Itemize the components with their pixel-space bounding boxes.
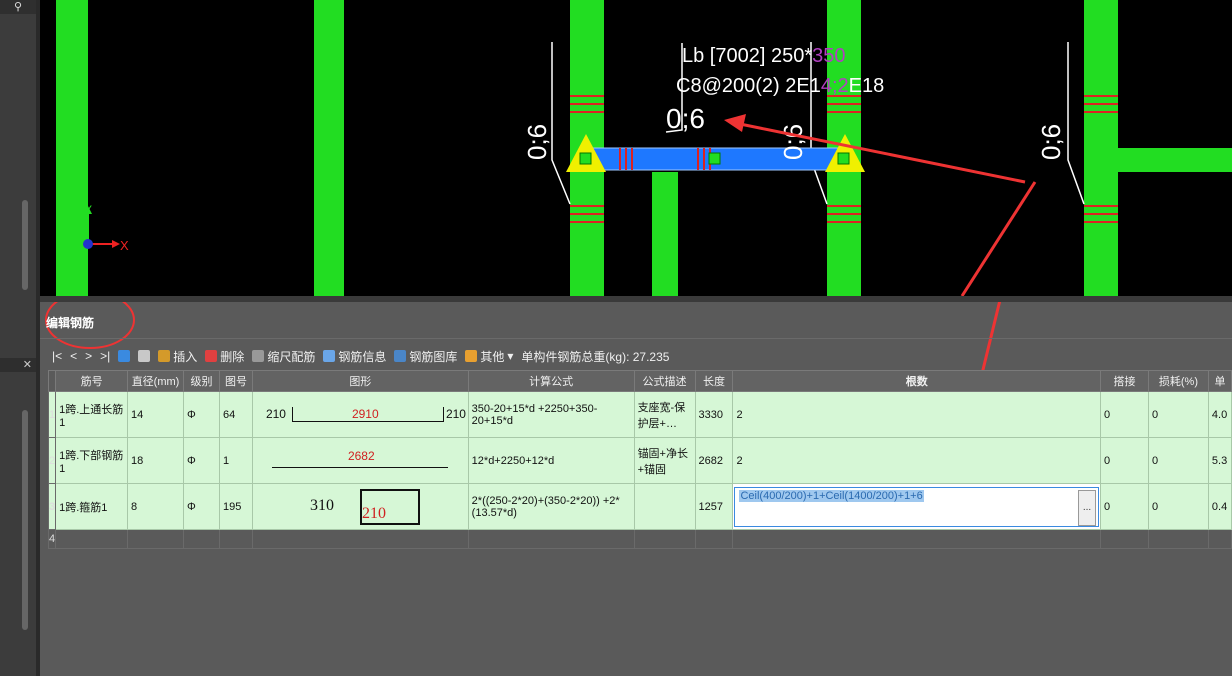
shape-cell[interactable]: 210 2910 210 [251, 391, 469, 438]
col-lap[interactable]: 搭接 [1100, 370, 1149, 392]
dimension-mark-large: 0;6 [666, 103, 705, 134]
count-cell[interactable]: Ceil(400/200)+1+Ceil(1400/200)+1+6 ... [732, 483, 1102, 530]
table-row[interactable]: 4 [47, 529, 1232, 549]
col-formula[interactable]: 计算公式 [467, 370, 635, 392]
library-icon [394, 350, 407, 362]
scale-rebar-button[interactable]: 缩尺配筋 [250, 348, 317, 365]
col-length[interactable]: 长度 [694, 370, 734, 392]
close-icon[interactable]: ✕ [0, 358, 36, 372]
count-input[interactable]: Ceil(400/200)+1+Ceil(1400/200)+1+6 [739, 489, 924, 502]
beam-label: Lb [7002] 250*350 [682, 45, 846, 67]
grip-left[interactable] [579, 152, 592, 165]
col-bar-no[interactable]: 筋号 [55, 370, 129, 392]
column-2 [314, 0, 344, 296]
col-grade[interactable]: 级别 [183, 370, 220, 392]
move-up-button[interactable] [116, 350, 132, 362]
col-count[interactable]: 根数 [732, 370, 1102, 392]
table-row[interactable]: 3 1跨.箍筋1 8 Φ 195 310 210 2*((250-2*20)+(… [47, 483, 1232, 530]
search-icon[interactable]: ⚲ [0, 0, 36, 14]
shape-cell[interactable]: 310 210 [251, 483, 469, 530]
left-scrollbar[interactable] [22, 200, 28, 290]
more-button[interactable]: ... [1078, 489, 1097, 526]
shape-cell[interactable]: 2682 [251, 437, 469, 484]
column-4 [652, 172, 678, 296]
beam-side [1118, 148, 1232, 172]
shape-line [271, 466, 448, 468]
nav-first-button[interactable]: |< [50, 349, 64, 363]
left-scrollbar-lower[interactable] [22, 410, 28, 630]
total-weight-label: 单构件钢筋总重(kg): 27.235 [521, 349, 670, 364]
other-dropdown[interactable]: 其他 ▾ [463, 348, 515, 365]
delete-icon [205, 350, 218, 362]
col-unit[interactable]: 单 [1207, 370, 1232, 392]
dimension-mark-right: 0;6 [1036, 124, 1066, 160]
move-down-button[interactable] [136, 350, 152, 362]
axis-indicator: Y X [83, 203, 129, 253]
document-icon [323, 350, 336, 362]
svg-text:X: X [120, 238, 129, 253]
rebar-grid: 筋号 直径(mm) 级别 图号 图形 计算公式 公式描述 长度 根数 搭接 损耗… [47, 370, 1232, 549]
col-loss[interactable]: 损耗(%) [1147, 370, 1209, 392]
delete-button[interactable]: 删除 [203, 348, 246, 365]
rebar-info-button[interactable]: 钢筋信息 [321, 348, 388, 365]
count-editor[interactable]: Ceil(400/200)+1+Ceil(1400/200)+1+6 ... [734, 486, 1100, 527]
col-fig-no[interactable]: 图号 [218, 370, 253, 392]
panel-separator [40, 338, 1232, 339]
arrow-down-icon [138, 350, 151, 362]
table-row[interactable]: 2 1跨.下部钢筋1 18 Φ 1 2682 12*d+2250+12*d 锚固… [47, 437, 1232, 484]
panel-title: 编辑钢筋 [46, 316, 95, 330]
rebar-toolbar: |< < > >| 插入 删除 缩尺配筋 钢筋信息 钢筋图库 其他 ▾ 单构件钢筋… [50, 346, 671, 366]
col-description[interactable]: 公式描述 [633, 370, 696, 392]
arrow-up-icon [118, 350, 131, 362]
ruler-icon [252, 350, 265, 362]
edit-rebar-panel: 编辑钢筋 |< < > >| 插入 删除 缩尺配筋 钢筋信息 钢筋图库 其他 ▾ … [40, 302, 1232, 676]
insert-button[interactable]: 插入 [156, 348, 199, 365]
column-6 [1084, 0, 1118, 296]
column-1 [56, 0, 88, 296]
col-diameter[interactable]: 直径(mm) [127, 370, 184, 392]
table-row[interactable]: 1 1跨.上通长筋1 14 Φ 64 210 2910 210 350-20+1… [47, 391, 1232, 438]
grip-right[interactable] [837, 152, 850, 165]
grip-mid[interactable] [708, 152, 721, 165]
dimension-mark-left: 0;6 [522, 124, 552, 160]
annotation-arrows [724, 114, 1037, 296]
drawing-canvas[interactable]: Lb [7002] 250*350 C8@200(2) 2E14;2E18 0;… [40, 0, 1232, 296]
insert-icon [158, 350, 171, 362]
nav-prev-button[interactable]: < [68, 349, 79, 363]
grid-header-row: 筋号 直径(mm) 级别 图号 图形 计算公式 公式描述 长度 根数 搭接 损耗… [47, 370, 1232, 392]
nav-last-button[interactable]: >| [98, 349, 112, 363]
dimension-mark-middle: 0;6 [778, 124, 808, 160]
gear-icon [465, 350, 478, 362]
svg-text:Y: Y [84, 203, 92, 217]
drawing-svg: Lb [7002] 250*350 C8@200(2) 2E14;2E18 0;… [56, 0, 1232, 296]
nav-next-button[interactable]: > [83, 349, 94, 363]
chevron-down-icon: ▾ [507, 349, 514, 363]
stirrup-label: C8@200(2) 2E14;2E18 [676, 75, 884, 97]
left-rail: ⚲ ✕ [0, 0, 36, 676]
col-shape[interactable]: 图形 [251, 370, 469, 392]
rebar-library-button[interactable]: 钢筋图库 [392, 348, 459, 365]
